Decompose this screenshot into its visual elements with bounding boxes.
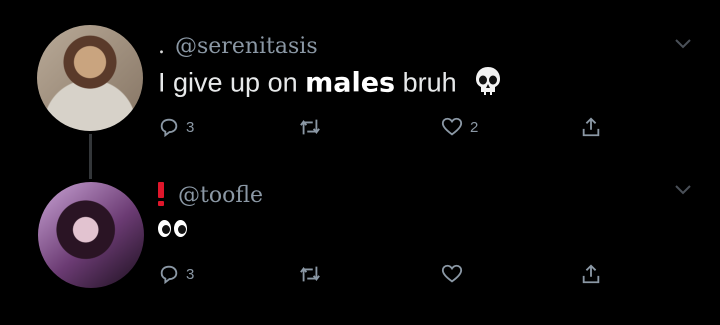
like-button[interactable] (440, 263, 470, 285)
tweet-text: I give up on males bruh (158, 66, 502, 103)
tweet-actions: 3 2 (158, 116, 618, 146)
share-icon (582, 264, 600, 284)
chevron-down-icon[interactable] (674, 38, 692, 50)
eyes-icon (158, 220, 187, 237)
like-button[interactable]: 2 (440, 116, 478, 138)
reply-icon (160, 265, 178, 285)
user-handle[interactable]: @toofle (178, 183, 263, 208)
tweet-actions: 3 (158, 263, 618, 293)
avatar[interactable] (37, 25, 143, 131)
reply-button[interactable]: 3 (158, 116, 194, 138)
share-button[interactable] (580, 263, 602, 285)
tweet-text-part: I give up on (158, 67, 306, 98)
tweet-header: . @serenitasis (158, 34, 318, 59)
skull-icon (474, 66, 502, 103)
reply-count: 3 (186, 265, 195, 283)
tweet-header: @toofle (158, 178, 263, 208)
heart-icon (441, 264, 463, 283)
exclamation-icon (158, 182, 164, 206)
retweet-button[interactable] (298, 263, 328, 285)
share-button[interactable] (580, 116, 602, 138)
tweet[interactable]: . @serenitasis I give up on males bruh 3 (0, 0, 720, 165)
reply-icon (160, 118, 178, 138)
user-handle[interactable]: @serenitasis (175, 34, 318, 59)
reply-button[interactable]: 3 (158, 263, 194, 285)
tweet-text-part: bruh (395, 67, 457, 98)
tweet-text-bold: males (305, 67, 396, 99)
avatar[interactable] (38, 182, 144, 288)
chevron-down-icon[interactable] (674, 184, 692, 196)
retweet-icon (300, 119, 320, 135)
prefix-dot: . (158, 34, 165, 59)
retweet-icon (300, 266, 320, 282)
heart-icon (441, 117, 463, 136)
reply-count: 3 (186, 118, 195, 136)
like-count: 2 (470, 118, 479, 136)
share-icon (582, 117, 600, 137)
retweet-button[interactable] (298, 116, 328, 138)
